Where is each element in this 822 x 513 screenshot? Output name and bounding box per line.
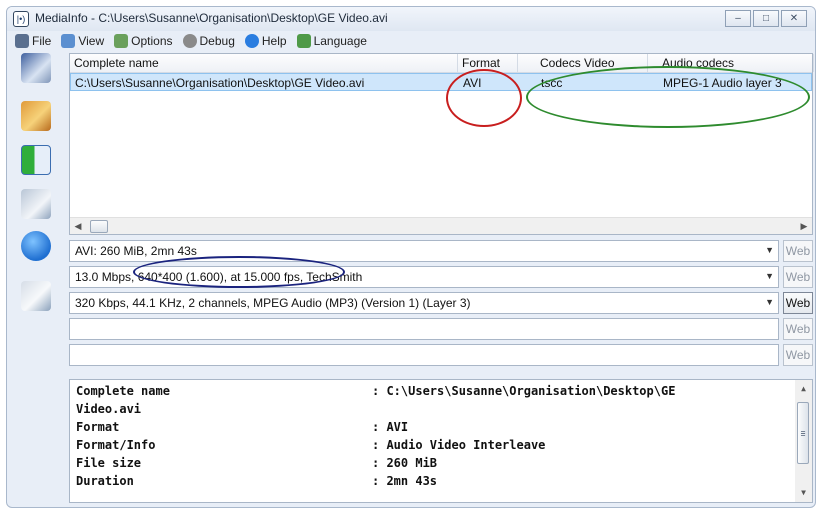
web-button-text[interactable]: Web — [783, 318, 813, 340]
options-menu-icon — [114, 34, 129, 48]
menu-bar: File View Options Debug Help Language — [7, 31, 815, 51]
window-title: MediaInfo - C:\Users\Susanne\Organisatio… — [35, 11, 388, 25]
cell-format: AVI — [463, 76, 482, 90]
scroll-right-icon[interactable]: ▶ — [796, 218, 812, 234]
chevron-down-icon[interactable]: ▼ — [765, 271, 774, 281]
info-label-duration: Duration — [76, 474, 134, 488]
about-icon[interactable] — [21, 231, 51, 261]
summary-general[interactable]: AVI: 260 MiB, 2mn 43s ▼ — [69, 240, 779, 262]
export-icon[interactable] — [21, 145, 51, 175]
vertical-scrollbar[interactable]: ▲ ≡ ▼ — [795, 380, 812, 502]
menu-language-label: Language — [313, 34, 367, 48]
summary-video-text: 13.0 Mbps, 640*400 (1.600), at 15.000 fp… — [75, 270, 363, 284]
summary-audio-text: 320 Kbps, 44.1 KHz, 2 channels, MPEG Aud… — [75, 296, 471, 310]
horizontal-scroll-thumb[interactable] — [90, 220, 108, 233]
summary-video[interactable]: 13.0 Mbps, 640*400 (1.600), at 15.000 fp… — [69, 266, 779, 288]
cell-audio-codecs: MPEG-1 Audio layer 3 — [663, 76, 782, 90]
close-button[interactable]: ✕ — [781, 10, 807, 27]
view-menu-icon — [61, 34, 76, 48]
menu-view-label: View — [78, 34, 105, 48]
info-label-format-info: Format/Info — [76, 438, 156, 452]
menu-help-label: Help — [261, 34, 287, 48]
info-value-duration: : 2mn 43s — [372, 474, 438, 488]
debug-menu-icon — [182, 34, 197, 48]
info-value-format-info: : Audio Video Interleave — [372, 438, 546, 452]
tree-view-icon[interactable] — [21, 189, 51, 219]
info-text-panel[interactable]: Complete name : C:\Users\Susanne\Organis… — [69, 379, 813, 503]
language-menu-icon — [296, 34, 311, 48]
menu-file-label: File — [32, 34, 52, 48]
menu-options-label: Options — [131, 34, 173, 48]
open-file-icon[interactable] — [21, 53, 51, 83]
file-menu-icon — [15, 34, 29, 48]
column-audio-codecs[interactable]: Audio codecs — [658, 54, 814, 72]
menu-debug-label: Debug — [199, 34, 235, 48]
column-complete-name[interactable]: Complete name — [70, 54, 458, 72]
info-label-complete-name: Complete name — [76, 384, 170, 398]
cell-codecs-video: tscc — [541, 76, 563, 90]
help-menu-icon — [244, 34, 259, 48]
summary-audio[interactable]: 320 Kbps, 44.1 KHz, 2 channels, MPEG Aud… — [69, 292, 779, 314]
summary-other-stream[interactable] — [69, 344, 779, 366]
info-value-file-size: : 260 MiB — [372, 456, 438, 470]
scroll-up-icon[interactable]: ▲ — [795, 382, 812, 396]
vertical-scroll-thumb[interactable]: ≡ — [797, 402, 809, 464]
scroll-left-icon[interactable]: ◀ — [70, 218, 86, 234]
web-button-video[interactable]: Web — [783, 266, 813, 288]
column-codecs-video[interactable]: Codecs Video — [536, 54, 648, 72]
table-row[interactable]: C:\Users\Susanne\Organisation\Desktop\GE… — [70, 73, 812, 91]
menu-view[interactable]: View — [61, 34, 104, 48]
web-button-other[interactable]: Web — [783, 344, 813, 366]
column-format[interactable]: Format — [458, 54, 518, 72]
menu-file[interactable]: File — [15, 34, 51, 48]
scroll-down-icon[interactable]: ▼ — [795, 486, 812, 500]
menu-help[interactable]: Help — [244, 34, 287, 48]
info-value-complete-name: : C:\Users\Susanne\Organisation\Desktop\… — [372, 384, 676, 398]
title-bar[interactable]: |•) MediaInfo - C:\Users\Susanne\Organis… — [7, 7, 815, 31]
file-grid[interactable]: Complete name Format Codecs Video Audio … — [69, 53, 814, 235]
minimize-button[interactable]: – — [725, 10, 751, 27]
open-folder-icon[interactable] — [21, 101, 51, 131]
menu-language[interactable]: Language — [296, 34, 367, 48]
info-label-file-size: File size — [76, 456, 142, 470]
horizontal-scrollbar[interactable]: ◀ ▶ — [70, 217, 812, 234]
menu-options[interactable]: Options — [114, 34, 173, 48]
grid-header: Complete name Format Codecs Video Audio … — [70, 54, 814, 73]
chevron-down-icon[interactable]: ▼ — [765, 245, 774, 255]
web-button-general[interactable]: Web — [783, 240, 813, 262]
mediainfo-app-icon: |•) — [13, 11, 29, 27]
maximize-button[interactable]: □ — [753, 10, 779, 27]
summary-text-stream[interactable] — [69, 318, 779, 340]
summary-general-text: AVI: 260 MiB, 2mn 43s — [75, 244, 197, 258]
chevron-down-icon[interactable]: ▼ — [765, 297, 774, 307]
mediainfo-window: |•) MediaInfo - C:\Users\Susanne\Organis… — [6, 6, 816, 508]
info-label-continuation: Video.avi — [76, 402, 142, 416]
info-value-format: : AVI — [372, 420, 409, 434]
knowledge-base-icon[interactable] — [21, 281, 51, 311]
cell-complete-name: C:\Users\Susanne\Organisation\Desktop\GE… — [75, 76, 365, 90]
menu-debug[interactable]: Debug — [182, 34, 235, 48]
web-button-audio[interactable]: Web — [783, 292, 813, 314]
sidebar-toolbar — [11, 53, 63, 383]
info-label-format: Format — [76, 420, 120, 434]
